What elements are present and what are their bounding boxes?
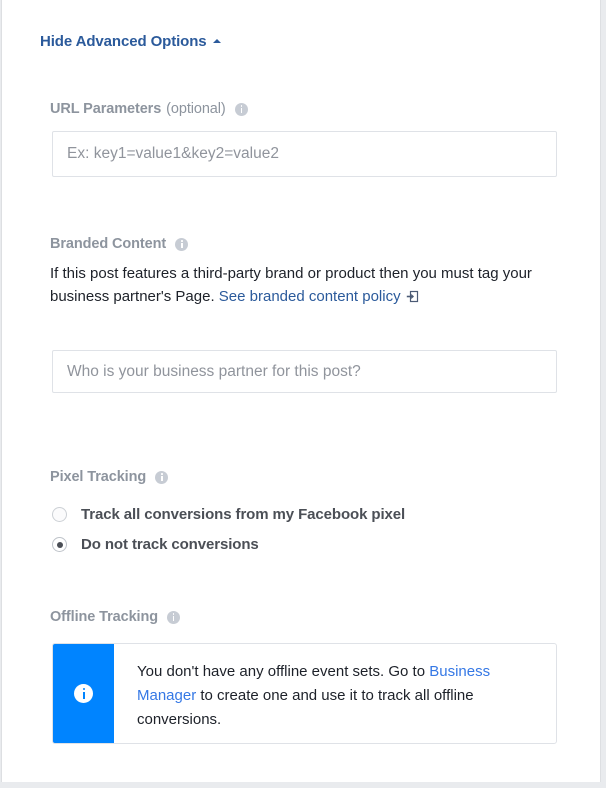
radio-track-all-conversions-control[interactable] xyxy=(52,507,67,522)
url-parameters-optional-text: (optional) xyxy=(166,101,226,117)
advanced-options-card: Hide Advanced Options URL Parameters (op… xyxy=(1,0,601,782)
hide-advanced-options-toggle[interactable]: Hide Advanced Options xyxy=(40,33,221,50)
hide-advanced-options-label: Hide Advanced Options xyxy=(40,33,207,50)
offline-tracking-info-icon[interactable] xyxy=(166,610,180,624)
radio-do-not-track-conversions-label: Do not track conversions xyxy=(81,536,259,553)
pixel-tracking-info-icon[interactable] xyxy=(155,470,169,484)
url-parameters-input[interactable] xyxy=(52,131,557,177)
advanced-options-panel-root: Hide Advanced Options URL Parameters (op… xyxy=(0,0,606,788)
offline-tracking-label-group: Offline Tracking xyxy=(50,609,180,625)
offline-tracking-notice-text-part1: You don't have any offline event sets. G… xyxy=(137,663,430,680)
pixel-tracking-label: Pixel Tracking xyxy=(50,469,147,485)
url-parameters-info-icon[interactable] xyxy=(234,102,248,116)
branded-content-label-group: Branded Content xyxy=(50,236,189,252)
offline-tracking-notice-text: You don't have any offline event sets. G… xyxy=(114,644,556,743)
branded-content-description: If this post features a third-party bran… xyxy=(50,262,542,308)
radio-track-all-conversions-label: Track all conversions from my Facebook p… xyxy=(81,506,406,523)
caret-up-icon xyxy=(212,39,221,43)
business-partner-input[interactable] xyxy=(52,350,557,393)
url-parameters-label-group: URL Parameters (optional) xyxy=(50,101,248,117)
external-link-icon[interactable] xyxy=(406,287,419,303)
info-circle-icon xyxy=(74,684,93,703)
offline-tracking-notice: You don't have any offline event sets. G… xyxy=(52,643,557,744)
branded-content-policy-link[interactable]: See branded content policy xyxy=(219,288,401,305)
pixel-tracking-label-group: Pixel Tracking xyxy=(50,469,169,485)
url-parameters-label: URL Parameters xyxy=(50,101,162,117)
radio-do-not-track-conversions-control[interactable] xyxy=(52,537,67,552)
offline-tracking-label: Offline Tracking xyxy=(50,609,158,625)
radio-do-not-track-conversions[interactable]: Do not track conversions xyxy=(52,536,259,553)
radio-track-all-conversions[interactable]: Track all conversions from my Facebook p… xyxy=(52,506,405,523)
branded-content-info-icon[interactable] xyxy=(175,237,189,251)
branded-content-label: Branded Content xyxy=(50,236,167,252)
offline-tracking-notice-accent xyxy=(53,644,114,743)
